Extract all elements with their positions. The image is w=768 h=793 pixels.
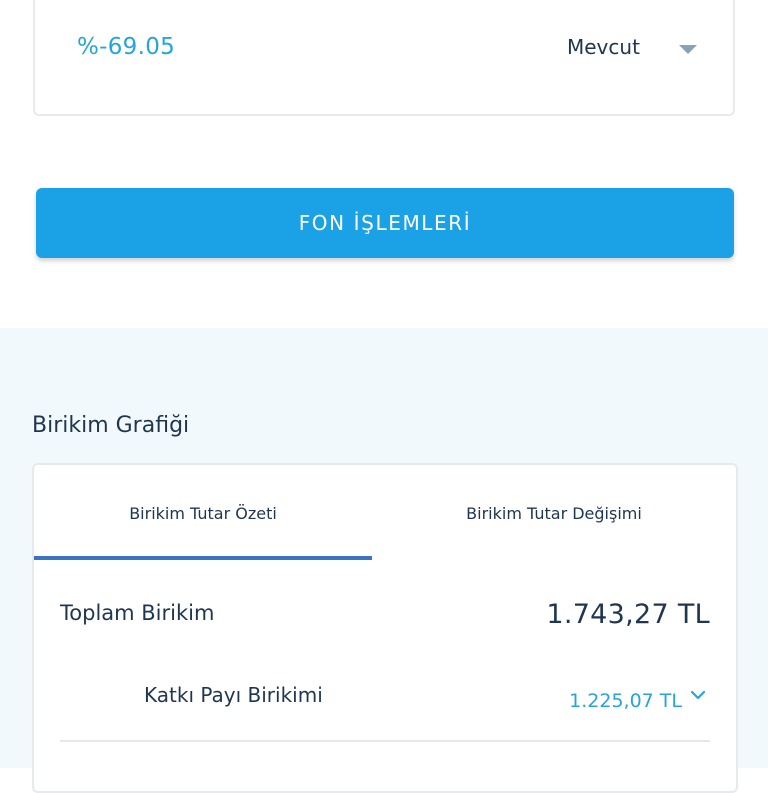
tab-birikim-tutar-degisimi[interactable]: Birikim Tutar Değişimi <box>386 465 722 561</box>
total-savings-label: Toplam Birikim <box>60 601 215 625</box>
fund-summary-card: %-69.05 Mevcut <box>33 0 735 116</box>
contribution-label: Katkı Payı Birikimi <box>144 683 323 707</box>
chevron-down-icon[interactable] <box>690 687 706 703</box>
total-savings-value: 1.743,27 TL <box>546 599 710 630</box>
row-divider <box>60 740 710 742</box>
active-tab-indicator <box>34 556 372 560</box>
tab-birikim-tutar-ozeti[interactable]: Birikim Tutar Özeti <box>34 465 372 561</box>
caret-down-icon[interactable] <box>679 45 697 54</box>
fon-islemleri-button[interactable]: FON İŞLEMLERİ <box>36 188 734 258</box>
birikim-chart-card: Birikim Tutar Özeti Birikim Tutar Değişi… <box>32 463 738 793</box>
fund-return-percent: %-69.05 <box>77 34 176 60</box>
contribution-value[interactable]: 1.225,07 TL <box>569 690 682 712</box>
status-dropdown-value[interactable]: Mevcut <box>567 35 640 59</box>
section-title: Birikim Grafiği <box>32 413 190 438</box>
